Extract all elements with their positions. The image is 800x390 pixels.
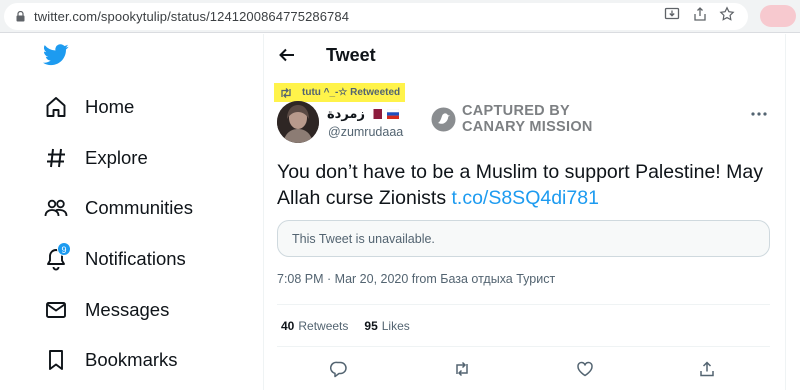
retweet-icon [281,87,291,98]
notification-badge: 9 [57,242,71,256]
sidebar-item-explore[interactable]: Explore [44,143,148,173]
retweeted-by-label[interactable]: tutu ^_-☆ Retweeted [274,83,406,102]
retweets-stat[interactable]: 40 Retweets [281,319,348,333]
retweeted-by-text: tutu ^_-☆ Retweeted [302,87,401,98]
profile-avatar-chip[interactable] [760,5,796,27]
canary-bird-icon [431,107,456,131]
share-icon[interactable] [692,6,708,22]
communities-icon [44,199,68,217]
star-icon[interactable] [719,6,735,22]
tweet-detail-column: Tweet tutu ^_-☆ Retweeted زمردة @zumruda… [263,34,786,390]
envelope-icon [46,302,66,318]
tweet-stats: 40 Retweets 95 Likes [281,319,426,333]
reply-icon[interactable] [330,360,348,378]
sidebar-item-label: Notifications [85,248,186,269]
watermark-line2: CANARY MISSION [462,119,593,135]
quote-unavailable-text: This Tweet is unavailable. [292,232,435,246]
sidebar: Home Explore Communities 9 Notifications [0,34,262,390]
sidebar-item-bookmarks[interactable]: Bookmarks [44,345,178,375]
author-name-row[interactable]: زمردة [327,105,399,123]
avatar[interactable] [277,101,319,143]
sidebar-item-messages[interactable]: Messages [44,295,169,325]
home-icon [46,97,66,117]
address-bar[interactable]: twitter.com/spookytulip/status/124120086… [4,3,748,30]
tweet-timestamp[interactable]: 7:08 PM · Mar 20, 2020 from База отдыха … [277,272,555,286]
sidebar-item-home[interactable]: Home [44,92,134,122]
likes-count: 95 [364,319,378,333]
author-handle[interactable]: @zumrudaaa [328,125,403,139]
like-icon[interactable] [576,360,594,378]
divider [277,346,770,347]
avatar-photo [277,101,319,143]
sidebar-item-label: Bookmarks [85,349,178,370]
likes-label: Likes [381,319,410,333]
bookmark-icon [49,350,63,370]
browser-toolbar: twitter.com/spookytulip/status/124120086… [0,0,800,33]
watermark-line1: CAPTURED BY [462,103,571,119]
sidebar-item-label: Explore [85,147,148,168]
russia-flag-icon [386,109,399,119]
divider [277,304,770,305]
share-icon[interactable] [698,360,716,378]
tweet-link[interactable]: t.co/S8SQ4di781 [451,187,598,209]
back-arrow-icon[interactable] [278,46,296,64]
twitter-bird-icon[interactable] [43,44,69,66]
likes-stat[interactable]: 95 Likes [364,319,409,333]
sidebar-item-communities[interactable]: Communities [44,193,193,223]
sidebar-item-label: Home [85,96,135,117]
retweets-count: 40 [281,319,295,333]
retweets-label: Retweets [298,319,349,333]
watermark-text: CAPTURED BY CANARY MISSION [462,103,593,135]
tweet-body: You don’t have to be a Muslim to support… [277,159,777,211]
qatar-flag-icon [369,109,382,119]
bell-icon-wrap: 9 [44,242,71,271]
sidebar-item-label: Communities [85,197,193,218]
more-options-icon[interactable] [750,111,768,117]
lock-icon[interactable] [16,11,25,22]
install-app-icon[interactable] [664,6,680,22]
page-title: Tweet [326,45,376,65]
url-text[interactable]: twitter.com/spookytulip/status/124120086… [34,9,349,24]
retweet-icon[interactable] [453,360,471,378]
canary-mission-watermark: CAPTURED BY CANARY MISSION [431,103,593,135]
sidebar-item-notifications[interactable]: 9 Notifications [44,242,186,274]
author-display-name[interactable]: زمردة [327,107,365,122]
hashtag-icon [47,148,65,168]
sidebar-item-label: Messages [85,299,170,320]
quoted-tweet-unavailable: This Tweet is unavailable. [277,220,770,257]
